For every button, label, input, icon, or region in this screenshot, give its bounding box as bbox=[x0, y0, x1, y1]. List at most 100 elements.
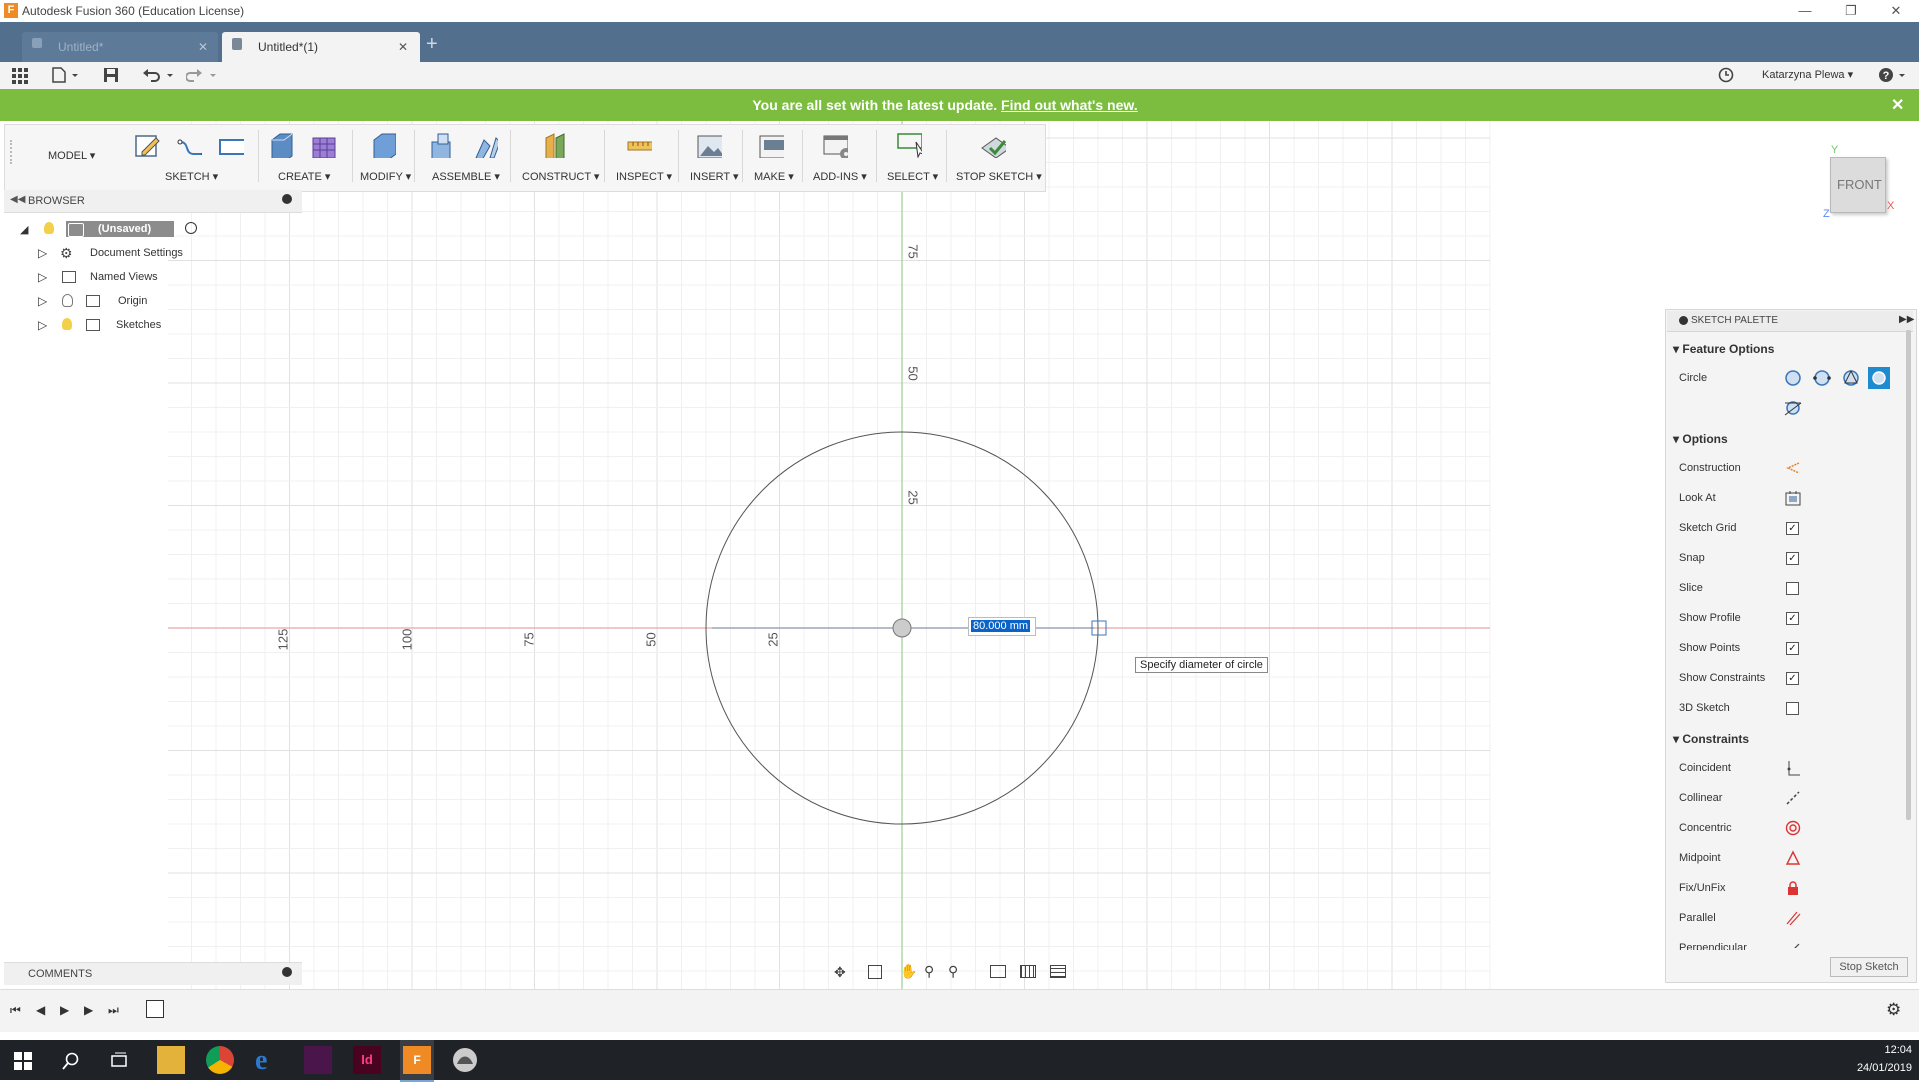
browser-options-icon[interactable] bbox=[282, 194, 292, 204]
joint-icon[interactable] bbox=[472, 132, 498, 158]
modify-menu[interactable]: MODIFY ▾ bbox=[360, 170, 411, 183]
go-to-end-icon[interactable]: ⏭ bbox=[108, 1003, 119, 1018]
collapse-browser-icon[interactable]: ◀◀ bbox=[10, 194, 25, 205]
grid-settings-icon[interactable] bbox=[1020, 965, 1036, 978]
sketch-menu[interactable]: SKETCH ▾ bbox=[165, 170, 218, 183]
select-tool-icon[interactable] bbox=[896, 132, 922, 158]
select-menu[interactable]: SELECT ▾ bbox=[887, 170, 938, 183]
step-forward-icon[interactable]: ▶ bbox=[84, 1003, 93, 1017]
scripts-addins-icon[interactable] bbox=[822, 132, 848, 158]
activate-radio-icon[interactable] bbox=[185, 222, 197, 234]
parallel-icon[interactable] bbox=[1785, 910, 1801, 926]
3d-sketch-checkbox[interactable] bbox=[1786, 702, 1799, 715]
tree-root-unsaved[interactable]: ◢ (Unsaved) bbox=[18, 219, 218, 241]
tangent-three-lines-circle-icon[interactable] bbox=[1784, 399, 1802, 417]
stop-sketch-icon[interactable] bbox=[980, 132, 1006, 158]
collinear-icon[interactable] bbox=[1785, 790, 1801, 806]
expand-arrow-icon[interactable]: ▷ bbox=[38, 246, 47, 260]
coincident-icon[interactable] bbox=[1785, 760, 1801, 776]
task-view-icon[interactable] bbox=[110, 1052, 128, 1070]
viewcube[interactable]: FRONT bbox=[1830, 157, 1886, 213]
pan-hand-icon[interactable]: ✋ bbox=[900, 963, 917, 980]
dismiss-notification-icon[interactable]: ✕ bbox=[1891, 95, 1904, 115]
center-diameter-circle-icon[interactable] bbox=[1784, 369, 1802, 387]
extrude-icon[interactable] bbox=[268, 132, 294, 158]
restore-button[interactable]: ❐ bbox=[1828, 0, 1874, 22]
concentric-icon[interactable] bbox=[1785, 820, 1801, 836]
create-sketch-icon[interactable] bbox=[134, 132, 160, 158]
go-to-start-icon[interactable]: ⏮ bbox=[10, 1003, 21, 1018]
expand-arrow-icon[interactable]: ▷ bbox=[38, 294, 47, 308]
file-explorer-icon[interactable] bbox=[157, 1046, 185, 1074]
lock-icon[interactable] bbox=[1785, 880, 1801, 896]
construct-menu[interactable]: CONSTRUCT ▾ bbox=[522, 170, 599, 183]
step-back-icon[interactable]: ◀ bbox=[36, 1003, 45, 1017]
addins-menu[interactable]: ADD-INS ▾ bbox=[813, 170, 867, 183]
inkscape-icon[interactable] bbox=[451, 1046, 479, 1074]
show-points-checkbox[interactable]: ✓ bbox=[1786, 642, 1799, 655]
make-menu[interactable]: MAKE ▾ bbox=[754, 170, 794, 183]
workspace-switcher[interactable]: MODEL ▾ bbox=[48, 149, 95, 162]
expand-arrow-icon[interactable]: ◢ bbox=[20, 223, 28, 236]
orbit-icon[interactable]: ✥ bbox=[834, 964, 846, 981]
form-icon[interactable] bbox=[310, 132, 336, 158]
play-icon[interactable]: ▶ bbox=[60, 1003, 69, 1017]
save-icon[interactable] bbox=[103, 67, 119, 83]
help-icon[interactable]: ? bbox=[1878, 67, 1908, 83]
expand-arrow-icon[interactable]: ▷ bbox=[38, 270, 47, 284]
sketch-timeline-item-icon[interactable] bbox=[146, 1000, 164, 1018]
zoom-icon[interactable]: ⚲ bbox=[924, 963, 934, 980]
look-at-nav-icon[interactable] bbox=[868, 965, 882, 979]
close-window-button[interactable]: ✕ bbox=[1873, 0, 1919, 22]
timeline-settings-gear-icon[interactable]: ⚙ bbox=[1886, 1000, 1901, 1020]
tree-item-sketches[interactable]: ▷ Sketches bbox=[36, 315, 236, 337]
insert-canvas-icon[interactable] bbox=[696, 132, 722, 158]
diameter-dimension-input[interactable]: 80.000 mm bbox=[968, 617, 1036, 636]
stop-sketch-menu[interactable]: STOP SKETCH ▾ bbox=[956, 170, 1042, 183]
perpendicular-icon[interactable] bbox=[1785, 940, 1801, 948]
search-icon[interactable] bbox=[62, 1052, 80, 1070]
make-3d-print-icon[interactable] bbox=[758, 132, 784, 158]
visibility-lightbulb-icon[interactable] bbox=[62, 294, 73, 307]
options-section[interactable]: ▾ Options bbox=[1673, 432, 1728, 446]
create-menu[interactable]: CREATE ▾ bbox=[278, 170, 330, 183]
viewports-icon[interactable] bbox=[1050, 965, 1066, 978]
close-tab-icon[interactable]: ✕ bbox=[398, 40, 408, 54]
user-account-menu[interactable]: Katarzyna Plewa ▾ bbox=[1762, 68, 1853, 81]
constraints-section[interactable]: ▾ Constraints bbox=[1673, 732, 1749, 746]
visibility-lightbulb-icon[interactable] bbox=[62, 318, 72, 330]
close-tab-icon[interactable]: ✕ bbox=[198, 40, 208, 54]
palette-pin-icon[interactable] bbox=[1679, 316, 1688, 325]
construction-icon[interactable] bbox=[1785, 460, 1801, 476]
two-point-circle-icon[interactable] bbox=[1813, 369, 1831, 387]
offset-plane-icon[interactable] bbox=[542, 132, 568, 158]
zoom-window-icon[interactable]: ⚲ bbox=[948, 963, 958, 980]
redo-icon[interactable] bbox=[186, 67, 218, 83]
rectangle-tool-icon[interactable] bbox=[218, 132, 244, 158]
stop-sketch-button[interactable]: Stop Sketch bbox=[1830, 957, 1908, 977]
slice-checkbox[interactable] bbox=[1786, 582, 1799, 595]
job-status-icon[interactable] bbox=[1718, 67, 1734, 83]
three-point-circle-icon[interactable] bbox=[1842, 369, 1860, 387]
slack-icon[interactable] bbox=[304, 1046, 332, 1074]
file-menu-icon[interactable] bbox=[52, 67, 80, 83]
look-at-icon[interactable] bbox=[1785, 490, 1801, 506]
sketch-grid-checkbox[interactable]: ✓ bbox=[1786, 522, 1799, 535]
whats-new-link[interactable]: Find out what's new. bbox=[1001, 97, 1138, 113]
indesign-icon[interactable]: Id bbox=[353, 1046, 381, 1074]
assemble-menu[interactable]: ASSEMBLE ▾ bbox=[432, 170, 500, 183]
show-constraints-checkbox[interactable]: ✓ bbox=[1786, 672, 1799, 685]
expand-arrow-icon[interactable]: ▷ bbox=[38, 318, 47, 332]
midpoint-icon[interactable] bbox=[1785, 850, 1801, 866]
minimize-button[interactable]: — bbox=[1782, 0, 1828, 22]
new-component-icon[interactable] bbox=[428, 132, 454, 158]
inspect-menu[interactable]: INSPECT ▾ bbox=[616, 170, 672, 183]
tab-untitled[interactable]: Untitled* ✕ bbox=[22, 32, 218, 62]
feature-options-section[interactable]: ▾ Feature Options bbox=[1673, 342, 1774, 356]
add-comment-icon[interactable] bbox=[282, 967, 292, 977]
tree-item-origin[interactable]: ▷ Origin bbox=[36, 291, 236, 313]
tangent-circle-icon[interactable] bbox=[1868, 367, 1890, 389]
line-tool-icon[interactable] bbox=[176, 132, 202, 158]
tree-item-named-views[interactable]: ▷ Named Views bbox=[36, 267, 236, 289]
center-point[interactable] bbox=[892, 618, 912, 638]
